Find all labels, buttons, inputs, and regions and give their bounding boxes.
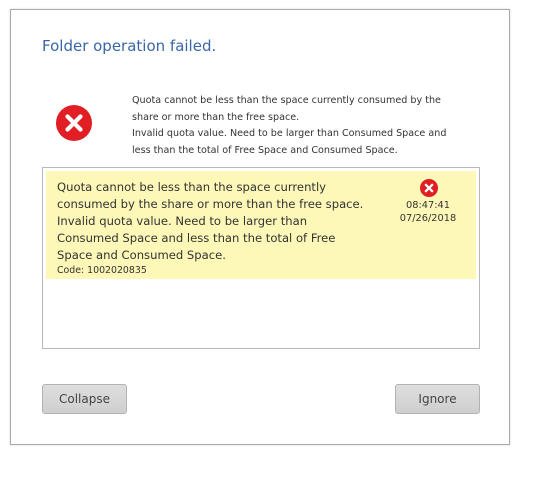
- log-entry-message: Quota cannot be less than the space curr…: [57, 179, 377, 264]
- log-message-line: Space and Consumed Space.: [57, 248, 226, 262]
- log-entry-timestamp: 08:47:41 07/26/2018: [380, 200, 476, 225]
- log-message-line: Quota cannot be less than the space curr…: [57, 180, 327, 194]
- summary-line: Quota cannot be less than the space curr…: [132, 95, 441, 106]
- ignore-button[interactable]: Ignore: [395, 384, 480, 414]
- log-entry-date: 07/26/2018: [399, 212, 457, 224]
- log-message-line: consumed by the share or more than the f…: [57, 197, 364, 211]
- collapse-button[interactable]: Collapse: [42, 384, 127, 414]
- log-entry[interactable]: Quota cannot be less than the space curr…: [46, 171, 476, 279]
- summary-line: less than the total of Free Space and Co…: [132, 144, 398, 156]
- error-dialog: Folder operation failed. Quota cannot be…: [10, 9, 510, 445]
- error-x-icon: [420, 179, 438, 197]
- dialog-title: Folder operation failed.: [42, 37, 217, 55]
- log-entry-code: Code: 1002020835: [57, 265, 147, 276]
- error-log-panel[interactable]: Quota cannot be less than the space curr…: [42, 167, 480, 349]
- error-x-icon: [56, 105, 92, 141]
- summary-line: Invalid quota value. Need to be larger t…: [132, 128, 447, 139]
- summary-line: share or more than the free space.: [132, 111, 300, 123]
- log-message-line: Consumed Space and less than the total o…: [57, 231, 336, 245]
- error-summary: Quota cannot be less than the space curr…: [132, 93, 472, 159]
- log-entry-time: 08:47:41: [406, 200, 450, 211]
- log-message-line: Invalid quota value. Need to be larger t…: [57, 214, 308, 228]
